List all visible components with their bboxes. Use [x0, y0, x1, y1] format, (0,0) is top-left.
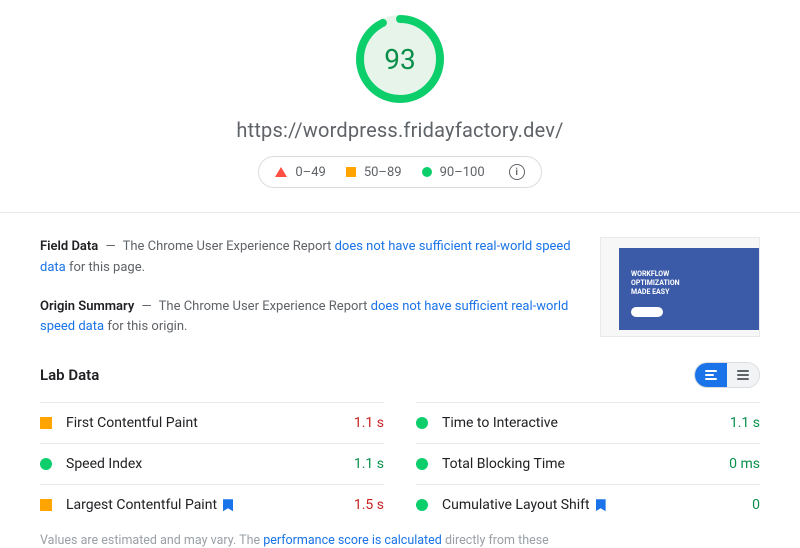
origin-summary-paragraph: Origin Summary — The Chrome User Experie… — [40, 297, 576, 339]
circle-green-icon — [422, 167, 432, 177]
metric-value: 1.5 s — [354, 497, 384, 513]
page-thumbnail: WORKFLOW OPTIMIZATION MADE EASY — [600, 237, 760, 337]
thumb-line: OPTIMIZATION — [631, 279, 749, 288]
footnote: Values are estimated and may vary. The p… — [0, 525, 800, 548]
legend-mid-label: 50–89 — [364, 165, 402, 180]
metric-row[interactable]: Speed Index1.1 s — [40, 443, 384, 484]
metric-row[interactable]: Total Blocking Time0 ms — [416, 443, 760, 484]
square-orange-icon — [40, 499, 52, 511]
view-toggle-simple[interactable] — [727, 363, 759, 387]
info-icon[interactable]: i — [509, 164, 525, 180]
bookmark-icon — [223, 499, 233, 511]
circle-green-icon — [416, 417, 428, 429]
field-data-label: Field Data — [40, 239, 98, 254]
origin-summary-prefix: The Chrome User Experience Report — [159, 299, 368, 314]
origin-summary-label: Origin Summary — [40, 299, 134, 314]
metric-name: Time to Interactive — [442, 415, 730, 431]
metric-name: Cumulative Layout Shift — [442, 497, 752, 513]
square-orange-icon — [346, 167, 356, 177]
legend-poor-label: 0–49 — [295, 165, 325, 180]
score-gauge: 93 — [355, 14, 445, 104]
thumb-line: WORKFLOW — [631, 270, 749, 279]
circle-green-icon — [416, 499, 428, 511]
metric-value: 0 — [752, 497, 760, 513]
footnote-prefix: Values are estimated and may vary. The — [40, 533, 260, 548]
metric-name: Largest Contentful Paint — [66, 497, 354, 513]
footnote-suffix: directly from these — [445, 533, 549, 548]
metric-value: 1.1 s — [730, 415, 760, 431]
view-toggle[interactable] — [694, 362, 760, 388]
legend-good-label: 90–100 — [440, 165, 485, 180]
bookmark-icon — [596, 499, 606, 511]
field-data-suffix: for this page. — [69, 260, 145, 275]
footnote-link[interactable]: performance score is calculated — [263, 533, 442, 548]
tested-url: https://wordpress.fridayfactory.dev/ — [236, 118, 563, 142]
metric-row[interactable]: Largest Contentful Paint1.5 s — [40, 484, 384, 525]
metric-row[interactable]: Cumulative Layout Shift0 — [416, 484, 760, 525]
square-orange-icon — [40, 417, 52, 429]
score-value: 93 — [355, 14, 445, 104]
view-toggle-detailed[interactable] — [695, 363, 727, 387]
legend-good: 90–100 — [422, 165, 485, 180]
metric-value: 1.1 s — [354, 456, 384, 472]
score-legend: 0–49 50–89 90–100 i — [258, 156, 541, 188]
field-data-paragraph: Field Data — The Chrome User Experience … — [40, 237, 576, 279]
metric-row[interactable]: Time to Interactive1.1 s — [416, 402, 760, 443]
metric-value: 0 ms — [729, 456, 760, 472]
metric-name: Total Blocking Time — [442, 456, 729, 472]
lab-data-heading: Lab Data — [40, 366, 99, 384]
metric-name: First Contentful Paint — [66, 415, 354, 431]
legend-mid: 50–89 — [346, 165, 402, 180]
circle-green-icon — [416, 458, 428, 470]
metric-value: 1.1 s — [354, 415, 384, 431]
circle-green-icon — [40, 458, 52, 470]
metric-name: Speed Index — [66, 456, 354, 472]
thumb-line: MADE EASY — [631, 288, 749, 297]
metric-row[interactable]: First Contentful Paint1.1 s — [40, 402, 384, 443]
origin-summary-suffix: for this origin. — [107, 319, 187, 334]
legend-poor: 0–49 — [275, 165, 325, 180]
field-data-prefix: The Chrome User Experience Report — [123, 239, 332, 254]
triangle-red-icon — [275, 167, 287, 177]
